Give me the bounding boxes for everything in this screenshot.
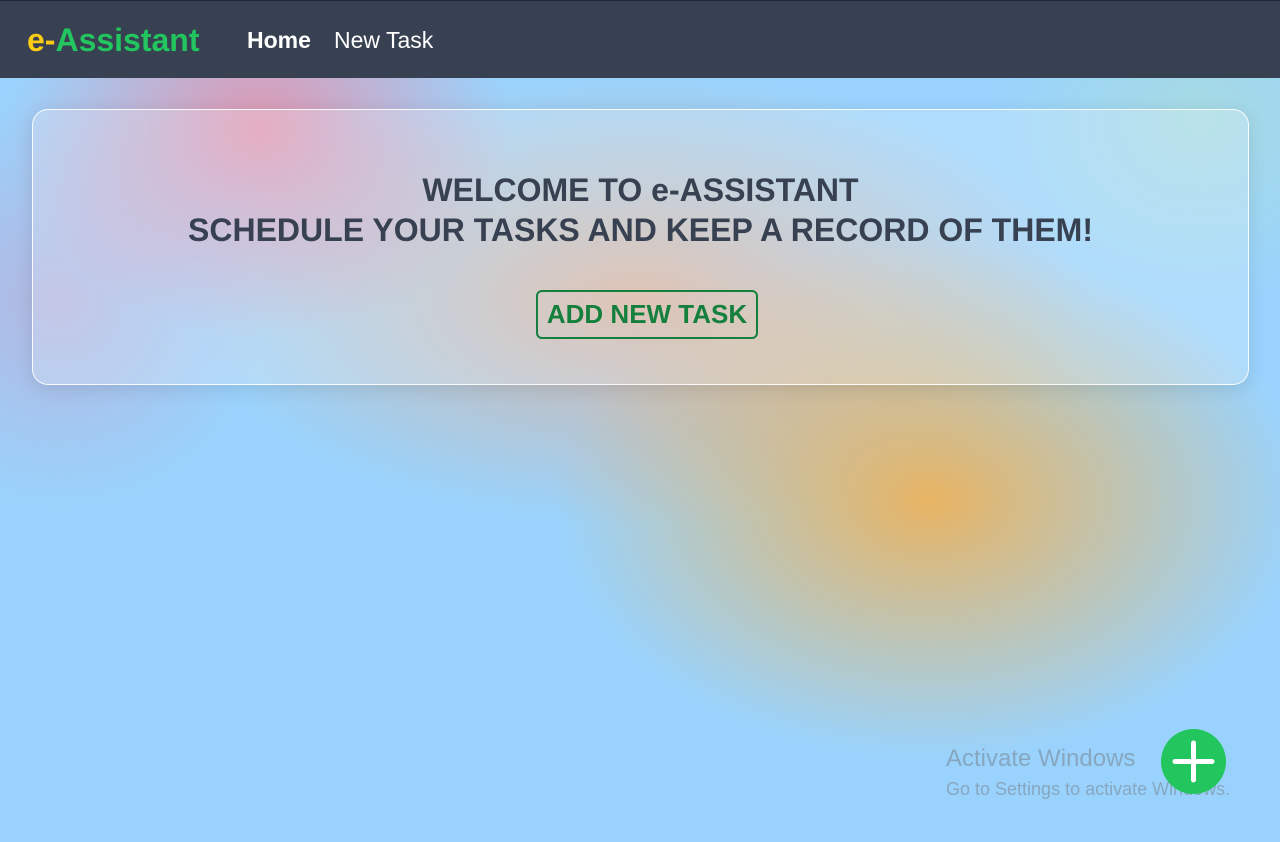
welcome-card: WELCOME TO e-ASSISTANT SCHEDULE YOUR TAS… <box>32 109 1249 385</box>
activate-windows-title: Activate Windows <box>946 745 1136 772</box>
add-new-task-button[interactable]: ADD NEW TASK <box>536 290 758 339</box>
welcome-subheading: SCHEDULE YOUR TASKS AND KEEP A RECORD OF… <box>188 212 1093 248</box>
brand-logo[interactable]: e-Assistant <box>27 21 200 59</box>
welcome-heading: WELCOME TO e-ASSISTANT <box>422 172 859 208</box>
logo-prefix: e- <box>27 22 56 58</box>
nav-link-home[interactable]: Home <box>247 27 311 53</box>
navbar: e-Assistant Home New Task <box>0 0 1280 78</box>
plus-icon <box>1172 740 1215 783</box>
add-task-fab[interactable] <box>1161 729 1226 794</box>
logo-suffix: Assistant <box>55 22 200 58</box>
nav-link-new-task[interactable]: New Task <box>334 27 433 53</box>
